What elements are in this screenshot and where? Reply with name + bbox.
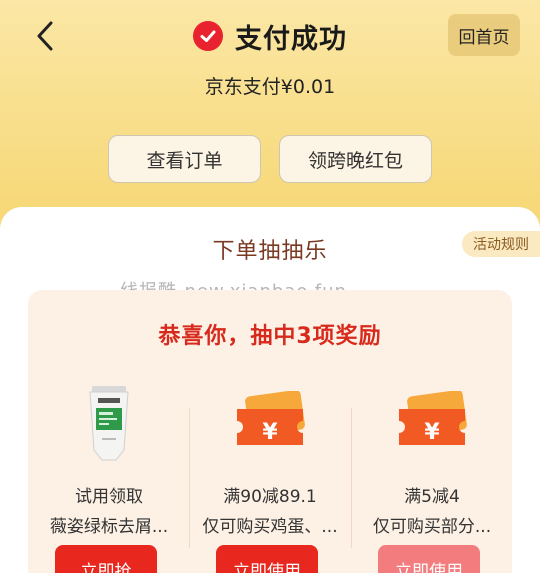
congrats-text: 恭喜你，抽中3项奖励 (158, 324, 382, 349)
prize-item-trial: 试用领取 薇姿绿标去屑... 立即抢 (28, 370, 190, 573)
prize-name: 满5减4 (404, 487, 460, 507)
rules-button[interactable]: 活动规则 (462, 231, 540, 257)
lottery-panel: 下单抽抽乐 活动规则 线报酷-new.xianbao.fun 恭喜你，抽中3项奖… (0, 207, 540, 573)
use-now-button[interactable]: 立即使用 (378, 545, 480, 573)
coupon-ticket-icon: ¥ (351, 378, 513, 468)
svg-text:¥: ¥ (262, 420, 278, 445)
prize-name: 试用领取 (75, 487, 143, 507)
lottery-title: 下单抽抽乐 (212, 239, 328, 264)
prize-item-coupon-partial: ¥ 满5减4 仅可购买部分... 立即使用 (351, 370, 513, 573)
svg-text:¥: ¥ (424, 420, 440, 445)
grab-now-button[interactable]: 立即抢 (55, 545, 157, 573)
prize-item-coupon-egg: ¥ 满90减89.1 仅可购买鸡蛋、... 立即使用 (189, 370, 351, 573)
page-title: 支付成功 (235, 23, 347, 55)
prize-desc: 仅可购买鸡蛋、... (202, 517, 338, 537)
success-check-icon (193, 21, 223, 51)
header: 支付成功 回首页 (0, 0, 540, 72)
coupon-ticket-icon: ¥ (189, 378, 351, 468)
prize-name: 满90减89.1 (223, 487, 317, 507)
use-now-button[interactable]: 立即使用 (216, 545, 318, 573)
prize-desc: 薇姿绿标去屑... (49, 517, 169, 537)
action-buttons: 查看订单 领跨晚红包 (0, 135, 540, 185)
prize-desc: 仅可购买部分... (372, 517, 492, 537)
prize-box: 恭喜你，抽中3项奖励 试用领取 薇姿绿标去屑... 立即抢 ¥ 满90减89.1… (28, 290, 512, 573)
product-tube-image (28, 378, 190, 468)
payment-amount: 京东支付¥0.01 (204, 76, 336, 98)
home-button[interactable]: 回首页 (448, 14, 520, 56)
red-packet-button[interactable]: 领跨晚红包 (279, 135, 432, 183)
view-order-button[interactable]: 查看订单 (108, 135, 261, 183)
